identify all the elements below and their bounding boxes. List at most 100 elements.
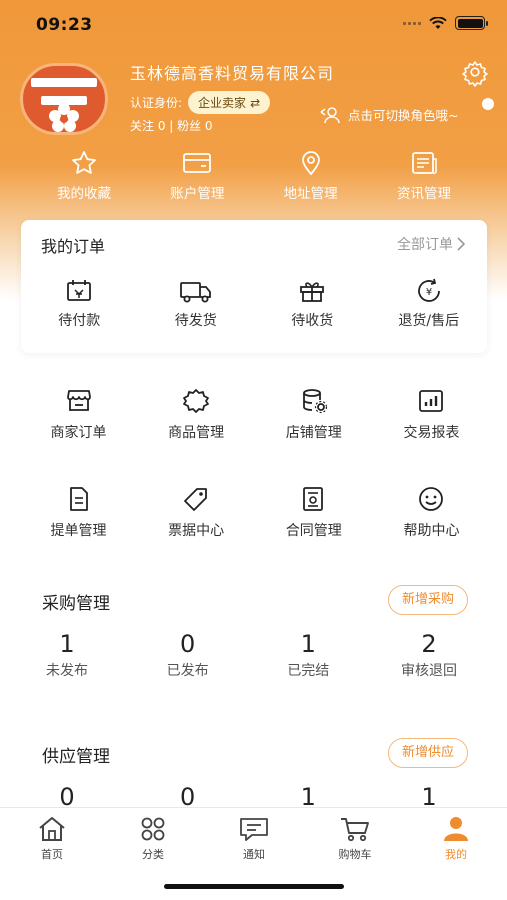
tab-label: 通知 bbox=[243, 848, 265, 861]
card-icon bbox=[183, 153, 212, 173]
tab-mine[interactable]: 我的 bbox=[416, 816, 496, 862]
message-icon bbox=[240, 818, 268, 841]
tool-label: 店铺管理 bbox=[285, 425, 342, 441]
tab-notifications[interactable]: 通知 bbox=[214, 816, 294, 862]
tab-label: 首页 bbox=[41, 848, 63, 861]
tool-contract-management[interactable]: 合同管理 bbox=[255, 486, 372, 540]
quick-news[interactable]: 资讯管理 bbox=[374, 150, 474, 202]
swap-icon: ⇄ bbox=[250, 95, 261, 110]
store-icon bbox=[66, 390, 91, 411]
location-pin-icon bbox=[301, 151, 320, 176]
status-bar: 09:23 bbox=[0, 0, 507, 50]
tool-shop-management[interactable]: 店铺管理 bbox=[255, 388, 372, 442]
quick-links: 我的收藏 账户管理 地址管理 资讯管理 bbox=[34, 150, 474, 202]
stat-value: 1 bbox=[300, 630, 316, 658]
tool-label: 提单管理 bbox=[50, 523, 107, 539]
follow-stats[interactable]: 关注 0 | 粉丝 0 bbox=[130, 117, 213, 134]
document-icon bbox=[69, 487, 88, 511]
stat-label: 审核退回 bbox=[400, 663, 457, 679]
tab-label: 我的 bbox=[445, 848, 467, 861]
tab-label: 分类 bbox=[142, 848, 164, 861]
user-switch-icon bbox=[320, 106, 340, 123]
purchase-stat-unpublished[interactable]: 1 未发布 bbox=[8, 630, 126, 680]
person-icon bbox=[444, 817, 468, 841]
status-time: 09:23 bbox=[36, 15, 93, 35]
bar-chart-icon bbox=[419, 390, 444, 412]
smile-icon bbox=[419, 487, 444, 511]
tool-label: 交易报表 bbox=[403, 425, 460, 441]
identity-label: 认证身份: bbox=[130, 96, 183, 110]
identity-badge-label: 企业卖家 bbox=[198, 96, 247, 110]
tool-trade-report[interactable]: 交易报表 bbox=[373, 388, 490, 442]
tool-label: 帮助中心 bbox=[403, 523, 460, 539]
switch-role-hint[interactable]: 点击可切换角色哦~ bbox=[320, 105, 458, 124]
quick-label: 账户管理 bbox=[170, 186, 225, 202]
cart-icon bbox=[341, 818, 369, 842]
all-orders-label: 全部订单 bbox=[397, 237, 453, 253]
chevron-right-icon bbox=[457, 237, 465, 251]
stat-label: 已完结 bbox=[287, 663, 330, 679]
tag-icon bbox=[184, 488, 208, 511]
order-pending-shipment[interactable]: 待发货 bbox=[141, 278, 251, 330]
purchase-stats: 1 未发布 0 已发布 1 已完结 2 审核退回 bbox=[8, 630, 488, 680]
star-icon bbox=[72, 151, 96, 174]
quick-favorites[interactable]: 我的收藏 bbox=[34, 150, 134, 202]
quick-label: 我的收藏 bbox=[57, 186, 111, 202]
order-pending-payment[interactable]: 待付款 bbox=[24, 278, 134, 330]
stat-value: 1 bbox=[59, 630, 75, 658]
quick-address[interactable]: 地址管理 bbox=[261, 150, 361, 202]
news-icon bbox=[412, 152, 437, 175]
tool-bill-of-lading[interactable]: 提单管理 bbox=[20, 486, 137, 540]
notification-dot bbox=[482, 98, 494, 110]
status-icons bbox=[403, 16, 488, 30]
refund-icon: ¥ bbox=[417, 278, 440, 302]
supply-section-header: 供应管理 新增供应 bbox=[42, 738, 468, 768]
order-after-sales[interactable]: ¥ 退货/售后 bbox=[374, 278, 484, 330]
badge-icon bbox=[183, 389, 210, 413]
purchase-stat-rejected[interactable]: 2 审核退回 bbox=[370, 630, 488, 680]
add-purchase-button[interactable]: 新增采购 bbox=[387, 585, 468, 615]
avatar[interactable] bbox=[20, 63, 108, 135]
stat-label: 已发布 bbox=[166, 663, 209, 679]
order-pending-receipt[interactable]: 待收货 bbox=[257, 278, 367, 330]
battery-icon bbox=[455, 16, 488, 30]
stat-value: 2 bbox=[421, 630, 437, 658]
stat-label: 未发布 bbox=[46, 663, 88, 679]
order-label: 待付款 bbox=[58, 313, 101, 329]
tool-invoice-center[interactable]: 票据中心 bbox=[138, 486, 255, 540]
database-gear-icon bbox=[302, 389, 327, 414]
company-name: 玉林德高香料贸易有限公司 bbox=[130, 64, 335, 83]
purchase-title: 采购管理 bbox=[42, 594, 110, 614]
tool-help-center[interactable]: 帮助中心 bbox=[373, 486, 490, 540]
orders-title: 我的订单 bbox=[41, 237, 106, 256]
tab-label: 购物车 bbox=[338, 848, 372, 861]
svg-text:¥: ¥ bbox=[426, 287, 432, 298]
tool-merchant-orders[interactable]: 商家订单 bbox=[20, 388, 137, 442]
tool-label: 票据中心 bbox=[168, 523, 225, 539]
tool-product-management[interactable]: 商品管理 bbox=[138, 388, 255, 442]
tool-label: 合同管理 bbox=[285, 523, 342, 539]
gift-icon bbox=[300, 282, 325, 302]
quick-account[interactable]: 账户管理 bbox=[147, 150, 247, 202]
all-orders-link[interactable]: 全部订单 bbox=[397, 234, 465, 254]
wallet-icon bbox=[67, 280, 92, 301]
tool-label: 商家订单 bbox=[50, 425, 107, 441]
wifi-icon bbox=[429, 16, 447, 29]
purchase-stat-completed[interactable]: 1 已完结 bbox=[249, 630, 367, 680]
tab-home[interactable]: 首页 bbox=[12, 816, 92, 862]
home-indicator bbox=[164, 884, 344, 889]
grid-icon bbox=[141, 817, 165, 841]
gear-icon[interactable] bbox=[460, 57, 490, 87]
purchase-stat-published[interactable]: 0 已发布 bbox=[129, 630, 247, 680]
switch-role-text: 点击可切换角色哦~ bbox=[348, 108, 459, 123]
order-status-row: 待付款 待发货 待收货 ¥ 退货/售后 bbox=[21, 278, 487, 330]
supply-title: 供应管理 bbox=[42, 747, 110, 767]
contract-icon bbox=[302, 487, 323, 511]
add-supply-button[interactable]: 新增供应 bbox=[387, 738, 468, 768]
profile-section: 玉林德高香料贸易有限公司 认证身份: 企业卖家 ⇄ 关注 0 | 粉丝 0 点击… bbox=[20, 57, 494, 140]
quick-label: 资讯管理 bbox=[396, 186, 451, 202]
tab-category[interactable]: 分类 bbox=[113, 816, 193, 862]
tab-cart[interactable]: 购物车 bbox=[315, 816, 395, 862]
tools-row-1: 商家订单 商品管理 店铺管理 交易报表 bbox=[20, 388, 490, 442]
identity-badge[interactable]: 企业卖家 ⇄ bbox=[188, 91, 271, 114]
